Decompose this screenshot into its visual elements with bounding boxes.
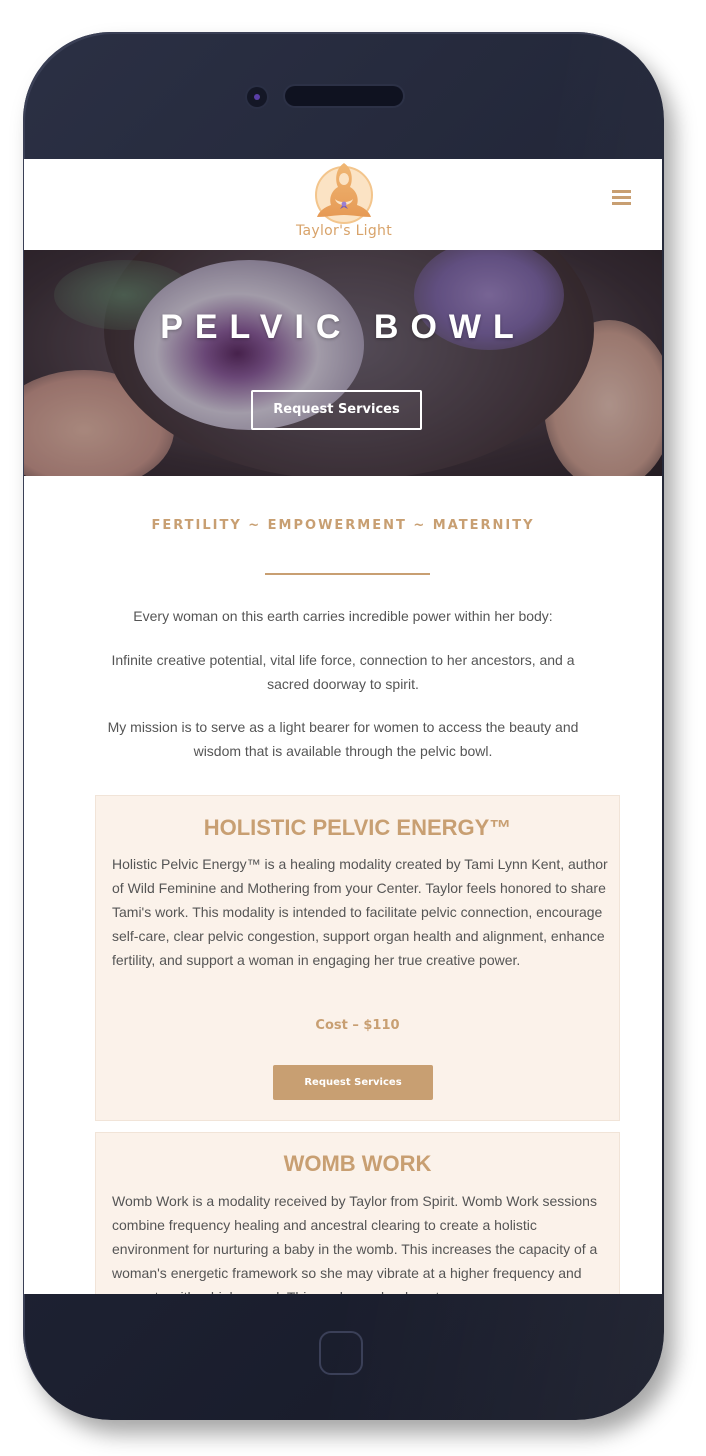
site-header: Taylor's Light bbox=[24, 159, 662, 250]
tagline: FERTILITY ~ EMPOWERMENT ~ MATERNITY bbox=[151, 518, 535, 533]
service-description: Womb Work is a modality received by Tayl… bbox=[112, 1193, 598, 1294]
intro-paragraph: My mission is to serve as a light bearer… bbox=[107, 719, 579, 759]
section-divider bbox=[265, 573, 430, 575]
intro-paragraph: Infinite creative potential, vital life … bbox=[111, 652, 575, 692]
service-title: WOMB WORK bbox=[283, 1151, 432, 1176]
service-request-services-button[interactable]: Request Services bbox=[273, 1065, 433, 1100]
service-description: Holistic Pelvic Energy™ is a healing mod… bbox=[112, 856, 608, 968]
earpiece-speaker bbox=[285, 86, 403, 106]
hero-title: PELVIC BOWL bbox=[160, 308, 526, 346]
service-title: HOLISTIC PELVIC ENERGY™ bbox=[203, 815, 512, 840]
service-cost: Cost – $110 bbox=[315, 1018, 400, 1033]
hamburger-icon-bar bbox=[612, 190, 631, 193]
intro-paragraph: Every woman on this earth carries incred… bbox=[133, 608, 553, 624]
site-logo[interactable]: Taylor's Light bbox=[284, 159, 404, 247]
meditating-woman-logo-icon bbox=[315, 163, 373, 224]
hero-overlay bbox=[24, 250, 662, 476]
hamburger-menu-button[interactable] bbox=[612, 190, 634, 208]
phone-screen: Taylor's Light PELVIC BOWL Request Servi… bbox=[24, 159, 662, 1294]
hamburger-icon-bar bbox=[612, 202, 631, 205]
service-card-womb-work: WOMB WORK Womb Work is a modality receiv… bbox=[95, 1132, 620, 1294]
home-button[interactable] bbox=[319, 1331, 363, 1375]
front-camera bbox=[247, 87, 267, 107]
hero-request-services-button[interactable]: Request Services bbox=[251, 390, 422, 430]
hero-banner: PELVIC BOWL Request Services bbox=[24, 250, 662, 476]
service-card-holistic-pelvic-energy: HOLISTIC PELVIC ENERGY™ Holistic Pelvic … bbox=[95, 795, 620, 1121]
logo-text: Taylor's Light bbox=[295, 223, 393, 239]
hamburger-icon-bar bbox=[612, 196, 631, 199]
